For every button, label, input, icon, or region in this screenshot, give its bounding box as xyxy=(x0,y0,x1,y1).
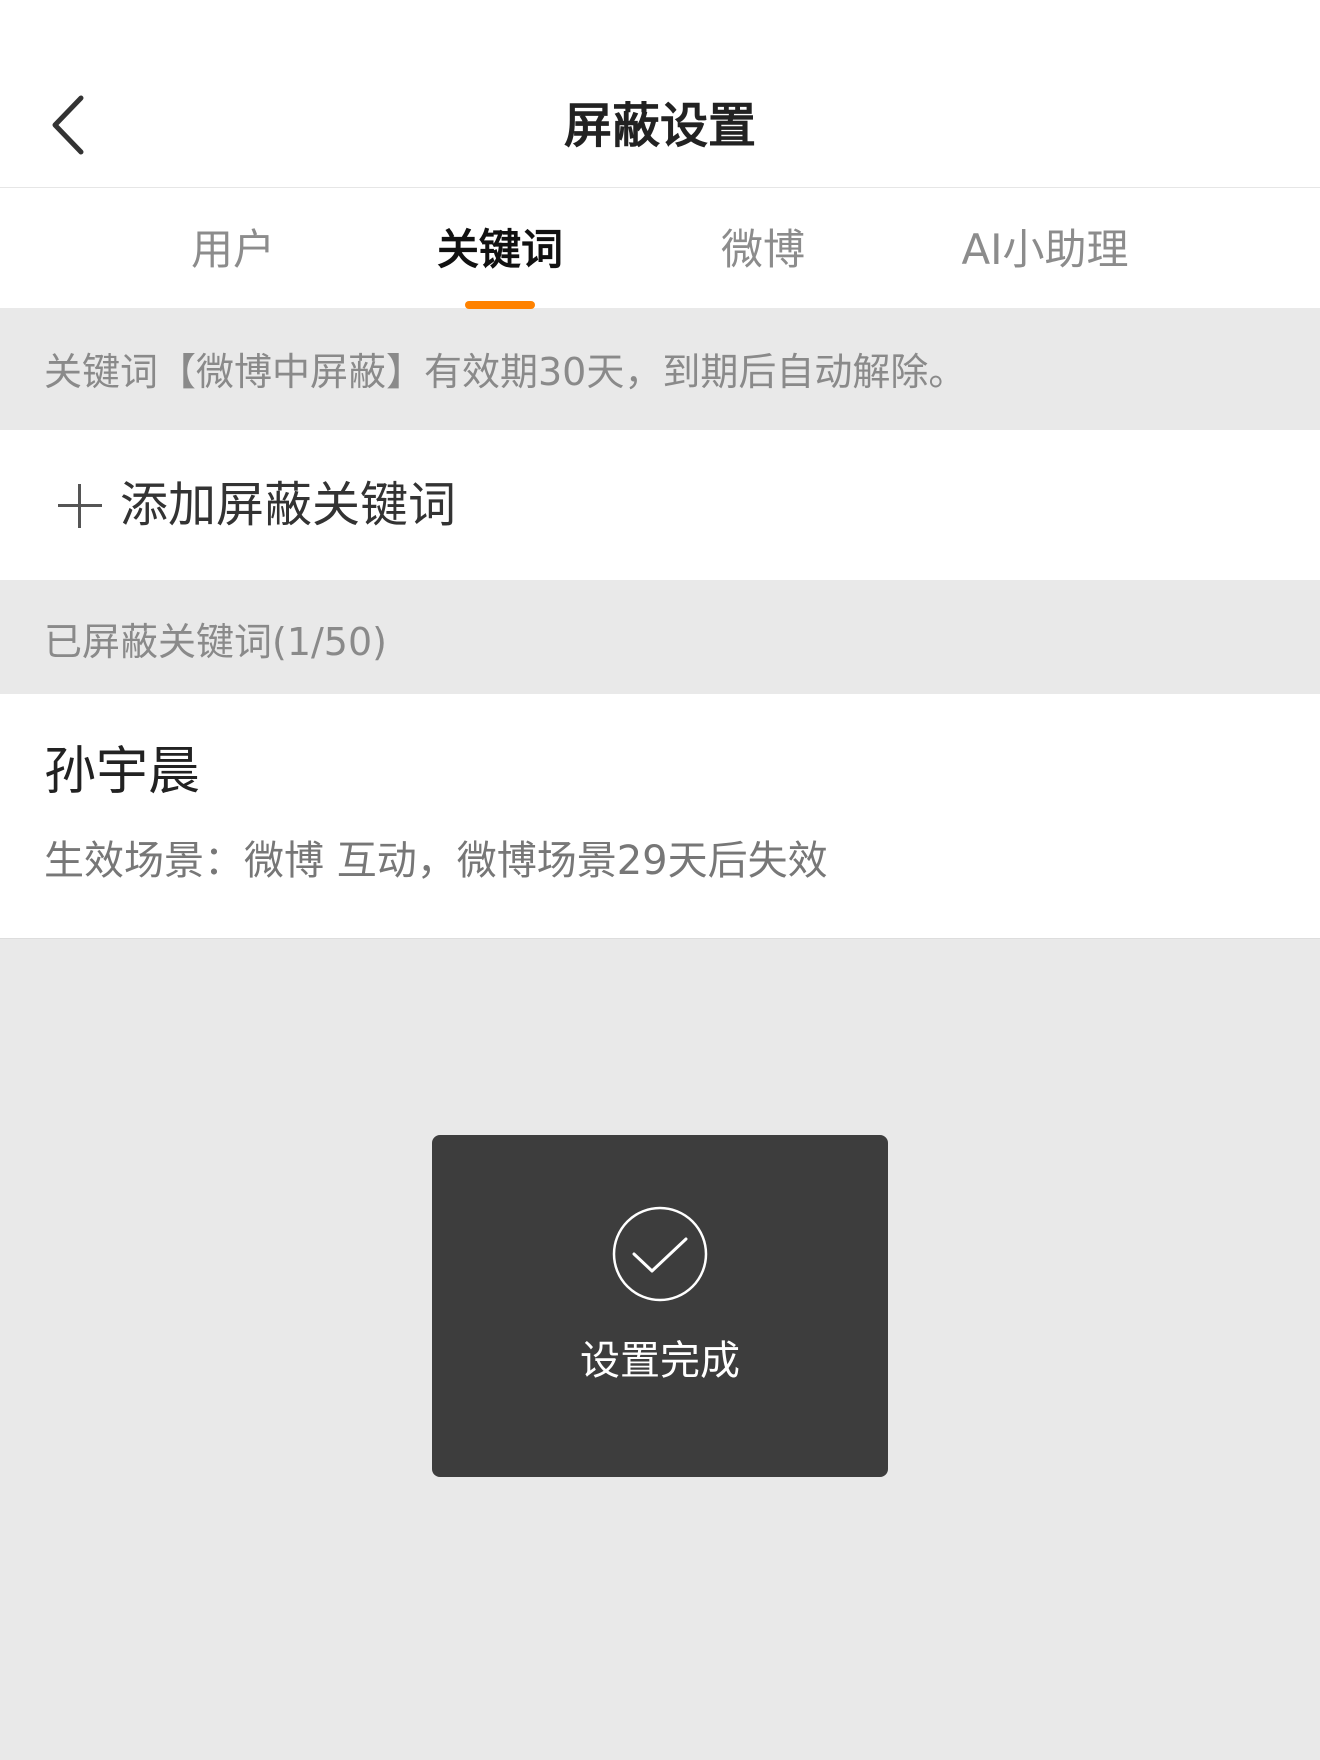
active-tab-indicator xyxy=(465,301,535,309)
add-keyword-label: 添加屏蔽关键词 xyxy=(120,477,457,533)
list-item[interactable]: 孙宇晨 生效场景：微博 互动，微博场景29天后失效 xyxy=(0,694,1320,939)
notice-text: 关键词【微博中屏蔽】有效期30天，到期后自动解除。 xyxy=(44,350,967,394)
tab-weibo[interactable]: 微博 xyxy=(721,188,805,308)
notice-bar: 关键词【微博中屏蔽】有效期30天，到期后自动解除。 xyxy=(0,309,1320,430)
navigation-bar: 屏蔽设置 xyxy=(0,0,1320,188)
add-keyword-button[interactable]: 添加屏蔽关键词 xyxy=(0,430,1320,580)
page-title: 屏蔽设置 xyxy=(563,98,756,154)
blocked-keywords-count: 已屏蔽关键词(1/50) xyxy=(44,620,387,664)
toast: 设置完成 xyxy=(432,1135,888,1477)
tab-bar: 用户 关键词 微博 AI小助理 xyxy=(0,188,1320,308)
blocked-keywords-section-header: 已屏蔽关键词(1/50) xyxy=(0,580,1320,694)
keyword-name: 孙宇晨 xyxy=(44,742,201,802)
keyword-description: 生效场景：微博 互动，微博场景29天后失效 xyxy=(44,838,828,884)
check-circle-icon xyxy=(612,1206,708,1302)
plus-icon xyxy=(58,484,102,528)
tab-keywords[interactable]: 关键词 xyxy=(437,188,563,308)
tab-ai-assistant[interactable]: AI小助理 xyxy=(961,188,1128,308)
toast-message: 设置完成 xyxy=(580,1338,740,1384)
tab-users[interactable]: 用户 xyxy=(191,188,275,308)
